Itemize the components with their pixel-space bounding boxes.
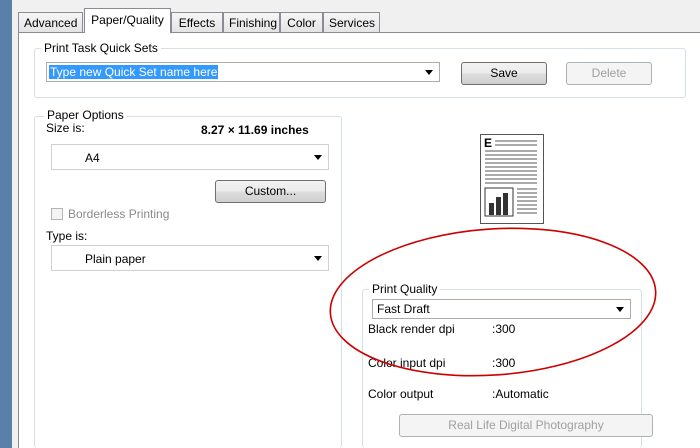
tab-services[interactable]: Services bbox=[323, 12, 380, 32]
color-dpi-value: :300 bbox=[492, 356, 516, 370]
delete-button[interactable]: Delete bbox=[566, 62, 652, 85]
black-dpi-value: :300 bbox=[492, 322, 516, 336]
quick-sets-legend: Print Task Quick Sets bbox=[41, 41, 161, 55]
color-output-label: Color output bbox=[368, 387, 434, 401]
tab-effects[interactable]: Effects bbox=[171, 12, 223, 32]
print-quality-legend: Print Quality bbox=[369, 282, 441, 296]
print-quality-select[interactable]: Fast Draft bbox=[372, 299, 631, 319]
tab-finishing[interactable]: Finishing bbox=[223, 12, 280, 32]
print-quality-value: Fast Draft bbox=[377, 302, 430, 316]
chevron-down-icon[interactable] bbox=[425, 70, 433, 75]
chevron-down-icon[interactable] bbox=[616, 307, 624, 312]
chevron-down-icon[interactable] bbox=[314, 256, 322, 261]
borderless-checkbox[interactable] bbox=[51, 208, 63, 220]
paper-options-legend: Paper Options bbox=[44, 108, 127, 122]
borderless-label: Borderless Printing bbox=[68, 207, 170, 221]
custom-button[interactable]: Custom... bbox=[215, 180, 326, 203]
quick-set-name-input[interactable]: Type new Quick Set name here bbox=[49, 65, 219, 79]
black-dpi-label: Black render dpi bbox=[368, 322, 455, 336]
size-dimensions: 8.27 × 11.69 inches bbox=[201, 123, 309, 137]
page-preview-icon: E bbox=[480, 134, 544, 224]
tab-paper-quality[interactable]: Paper/Quality bbox=[84, 8, 171, 33]
paper-type-value: Plain paper bbox=[85, 252, 146, 266]
tab-color[interactable]: Color bbox=[280, 12, 323, 32]
paper-size-value: A4 bbox=[85, 151, 100, 165]
color-output-value: :Automatic bbox=[492, 387, 549, 401]
tab-advanced[interactable]: Advanced bbox=[18, 12, 83, 32]
color-dpi-label: Color input dpi bbox=[368, 356, 446, 370]
real-life-photography-button[interactable]: Real Life Digital Photography bbox=[399, 414, 653, 437]
quick-set-name-combo[interactable]: Type new Quick Set name here bbox=[46, 62, 440, 82]
chevron-down-icon[interactable] bbox=[314, 155, 322, 160]
paper-type-select[interactable]: Plain paper bbox=[51, 245, 329, 271]
paper-size-select[interactable]: A4 bbox=[51, 144, 329, 170]
type-label: Type is: bbox=[46, 229, 88, 243]
save-button[interactable]: Save bbox=[461, 62, 547, 85]
size-label: Size is: bbox=[46, 121, 85, 135]
preview-lines-icon bbox=[484, 140, 537, 217]
